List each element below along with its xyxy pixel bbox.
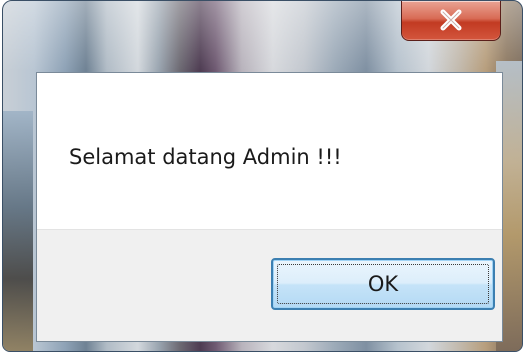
ok-button[interactable]: OK — [271, 258, 495, 310]
window-frame-left — [3, 111, 33, 351]
message-panel: Selamat datang Admin !!! — [37, 73, 502, 229]
dialog-client-area: Selamat datang Admin !!! OK — [36, 72, 503, 342]
message-text: Selamat datang Admin !!! — [69, 145, 342, 169]
close-button[interactable] — [401, 1, 501, 41]
message-box-window: Selamat datang Admin !!! OK — [2, 0, 523, 352]
ok-button-label: OK — [367, 272, 399, 296]
button-panel: OK — [37, 229, 502, 341]
screen: Selamat datang Admin !!! OK — [0, 0, 523, 356]
close-icon — [440, 9, 462, 31]
